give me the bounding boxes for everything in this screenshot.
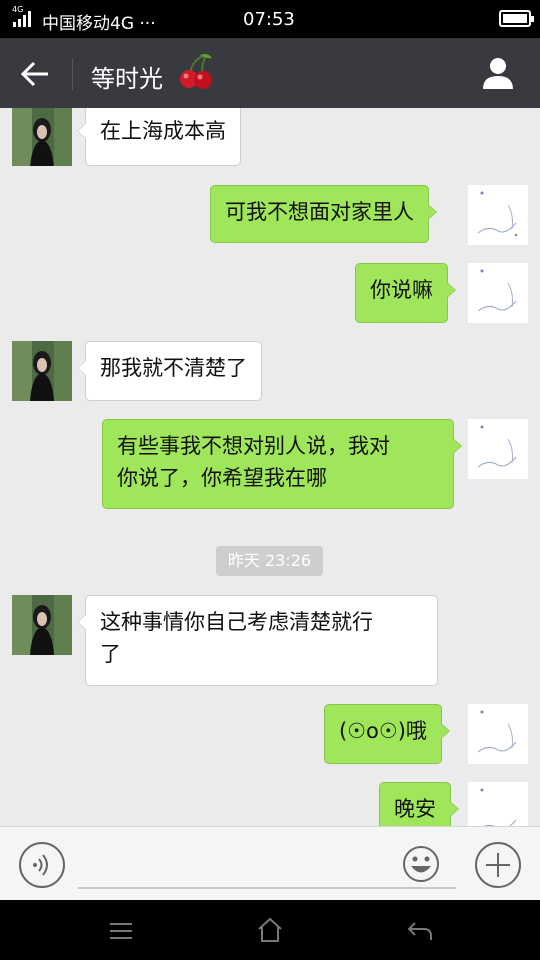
message-text: 在上海成本高	[100, 119, 226, 143]
clock: 07:53	[243, 9, 295, 30]
header-divider	[72, 58, 73, 90]
message-text: 你说嘛	[370, 278, 433, 302]
avatar-sketch-image	[468, 185, 528, 245]
my-avatar[interactable]	[468, 704, 528, 764]
contact-avatar[interactable]	[12, 595, 72, 655]
cherry-icon	[180, 54, 212, 89]
avatar-sketch-image	[468, 263, 528, 323]
message-text: (☉o☉)哦	[339, 719, 427, 743]
network-type-label: 4G	[12, 5, 24, 14]
message-text: 可我不想面对家里人	[225, 200, 414, 224]
avatar-sketch-image	[468, 419, 528, 479]
status-bar: 4G 中国移动4G ··· 07:53	[0, 0, 540, 38]
system-navigation-bar	[0, 900, 540, 960]
message-input[interactable]	[78, 887, 456, 889]
battery-icon	[499, 10, 534, 27]
message-bubble-outgoing[interactable]: 可我不想面对家里人	[210, 185, 437, 243]
message-bubble-outgoing[interactable]: 晚安	[379, 782, 459, 826]
voice-button[interactable]	[18, 841, 66, 889]
carrier-label: 中国移动4G ···	[42, 14, 156, 34]
avatar-image	[12, 595, 72, 655]
contact-avatar[interactable]	[12, 108, 72, 166]
message-bubble-incoming[interactable]: 在上海成本高	[77, 108, 241, 166]
return-icon[interactable]	[406, 918, 434, 944]
menu-icon[interactable]	[108, 918, 134, 944]
chat-title: 等时光	[91, 65, 163, 93]
back-button[interactable]	[18, 56, 56, 92]
person-icon	[483, 58, 513, 89]
chat-header: 等时光	[0, 38, 540, 108]
message-list[interactable]: 在上海成本高 可我不想面对家里人 你说嘛 那我就不清楚了 有些事我不想对别人说，…	[0, 108, 540, 826]
voice-icon	[19, 842, 65, 888]
contact-avatar[interactable]	[12, 341, 72, 401]
my-avatar[interactable]	[468, 263, 528, 323]
my-avatar[interactable]	[468, 419, 528, 479]
smiley-icon	[403, 846, 439, 882]
avatar-image	[12, 108, 72, 166]
avatar-sketch-image	[468, 704, 528, 764]
message-text-line: 了	[100, 642, 121, 666]
message-text: 那我就不清楚了	[100, 356, 247, 380]
message-bubble-incoming[interactable]: 这种事情你自己考虑清楚就行 了	[77, 595, 438, 686]
message-bubble-outgoing[interactable]: 你说嘛	[355, 263, 456, 323]
timestamp-divider: 昨天 23:26	[216, 546, 323, 576]
home-icon[interactable]	[256, 916, 284, 944]
my-avatar[interactable]	[468, 185, 528, 245]
emoji-button[interactable]	[402, 845, 440, 883]
message-text: 晚安	[394, 797, 436, 821]
message-bubble-outgoing[interactable]: 有些事我不想对别人说，我对 你说了，你希望我在哪	[102, 419, 462, 509]
avatar-sketch-image	[468, 782, 528, 826]
more-button[interactable]	[474, 841, 522, 889]
input-bar	[0, 826, 540, 900]
message-bubble-outgoing[interactable]: (☉o☉)哦	[324, 704, 450, 764]
message-text-line: 你说了，你希望我在哪	[117, 466, 327, 490]
avatar-image	[12, 341, 72, 401]
plus-icon	[475, 842, 521, 888]
message-bubble-incoming[interactable]: 那我就不清楚了	[77, 341, 262, 401]
message-text-line: 有些事我不想对别人说，我对	[117, 434, 390, 458]
profile-button[interactable]	[480, 55, 516, 91]
arrow-left-icon	[20, 61, 48, 87]
my-avatar[interactable]	[468, 782, 528, 826]
message-text-line: 这种事情你自己考虑清楚就行	[100, 610, 373, 634]
